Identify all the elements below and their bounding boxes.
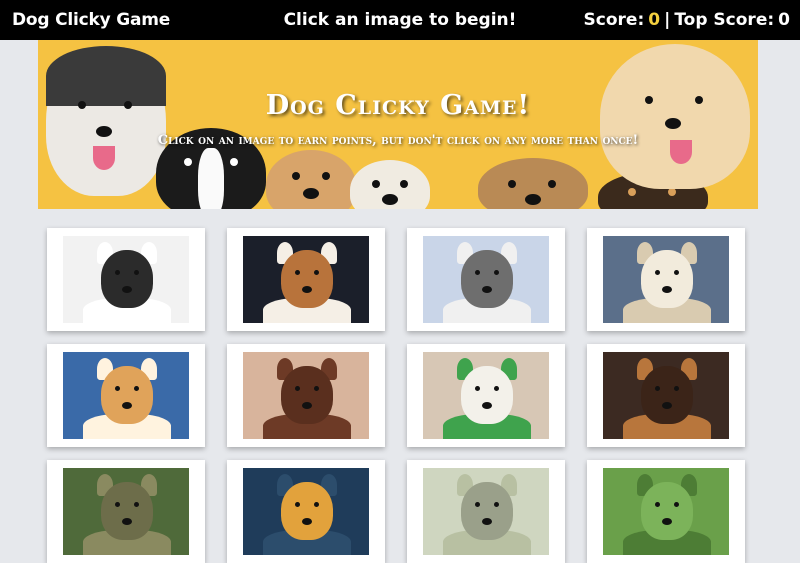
dog-eye — [494, 270, 499, 275]
brand-title[interactable]: Dog Clicky Game — [12, 10, 170, 30]
dog-card-husky-in-snow[interactable] — [407, 228, 565, 331]
dog-image — [63, 352, 189, 439]
dog-eye — [475, 502, 480, 507]
dog-head — [281, 250, 333, 308]
mixed-dog-illustration — [478, 158, 588, 209]
dog-eye — [655, 270, 660, 275]
dog-card-beagle-puppy[interactable] — [227, 228, 385, 331]
dog-head — [641, 366, 693, 424]
dog-card-dog-row3-2[interactable] — [227, 460, 385, 563]
dog-image — [603, 236, 729, 323]
dog-eye — [134, 502, 139, 507]
dog-nose — [662, 518, 672, 525]
dog-head — [101, 482, 153, 540]
dog-eye — [134, 270, 139, 275]
dog-head — [461, 366, 513, 424]
dog-eye — [674, 270, 679, 275]
dog-card-dog-row3-3[interactable] — [407, 460, 565, 563]
dog-eye — [674, 502, 679, 507]
dog-eye — [475, 270, 480, 275]
dog-nose — [302, 518, 312, 525]
dog-head — [281, 366, 333, 424]
dog-head — [101, 250, 153, 308]
score-display: Score: 0 | Top Score: 0 — [584, 10, 790, 30]
husky-illustration — [46, 46, 166, 196]
dog-image — [243, 352, 369, 439]
small-brown-dog-illustration — [266, 150, 356, 209]
dog-card-white-dog-green-hat[interactable] — [407, 344, 565, 447]
dog-card-dog-row3-1[interactable] — [47, 460, 205, 563]
hero-title: Dog Clicky Game! — [265, 90, 531, 121]
dog-nose — [122, 402, 132, 409]
dog-nose — [482, 518, 492, 525]
dog-head — [461, 250, 513, 308]
dog-nose — [302, 286, 312, 293]
dog-eye — [494, 502, 499, 507]
dog-eye — [115, 502, 120, 507]
dog-nose — [662, 286, 672, 293]
dog-card-chihuahua-pinscher[interactable] — [587, 344, 745, 447]
dog-eye — [655, 502, 660, 507]
dog-card-dog-row3-4[interactable] — [587, 460, 745, 563]
top-score-label: Top Score: — [674, 10, 775, 30]
dog-eye — [134, 386, 139, 391]
dog-image — [423, 468, 549, 555]
dog-eye — [314, 386, 319, 391]
dog-image — [603, 468, 729, 555]
dog-eye — [295, 502, 300, 507]
dog-head — [101, 366, 153, 424]
dog-eye — [314, 270, 319, 275]
dog-eye — [674, 386, 679, 391]
dog-nose — [122, 286, 132, 293]
dog-eye — [475, 386, 480, 391]
dog-image — [243, 468, 369, 555]
dog-head — [281, 482, 333, 540]
dog-nose — [302, 402, 312, 409]
dog-eye — [295, 270, 300, 275]
dog-nose — [662, 402, 672, 409]
dog-card-maltese-on-bed[interactable] — [587, 228, 745, 331]
dog-card-boston-terrier-puppy[interactable] — [47, 228, 205, 331]
dog-card-pomeranian-on-jeans[interactable] — [47, 344, 205, 447]
dog-eye — [655, 386, 660, 391]
top-score-value: 0 — [778, 10, 790, 30]
hero-banner: Dog Clicky Game! Click on an image to ea… — [38, 40, 758, 209]
dog-image — [63, 236, 189, 323]
dog-eye — [115, 386, 120, 391]
dog-image — [423, 352, 549, 439]
dog-image — [423, 236, 549, 323]
dog-eye — [494, 386, 499, 391]
dog-head — [461, 482, 513, 540]
hero-subtitle: Click on an image to earn points, but do… — [157, 133, 639, 148]
dog-eye — [115, 270, 120, 275]
dog-image — [243, 236, 369, 323]
dog-nose — [482, 402, 492, 409]
dog-image — [603, 352, 729, 439]
dog-eye — [314, 502, 319, 507]
dog-eye — [295, 386, 300, 391]
score-label: Score: — [583, 10, 645, 30]
dog-nose — [122, 518, 132, 525]
score-value: 0 — [648, 10, 661, 30]
white-dog-illustration — [350, 160, 430, 209]
score-separator: | — [664, 10, 671, 30]
dog-head — [641, 250, 693, 308]
dog-card-brown-poodle[interactable] — [227, 344, 385, 447]
game-message: Click an image to begin! — [283, 10, 517, 30]
navbar: Dog Clicky Game Click an image to begin!… — [0, 0, 800, 40]
dog-image — [63, 468, 189, 555]
dog-nose — [482, 286, 492, 293]
dog-head — [641, 482, 693, 540]
